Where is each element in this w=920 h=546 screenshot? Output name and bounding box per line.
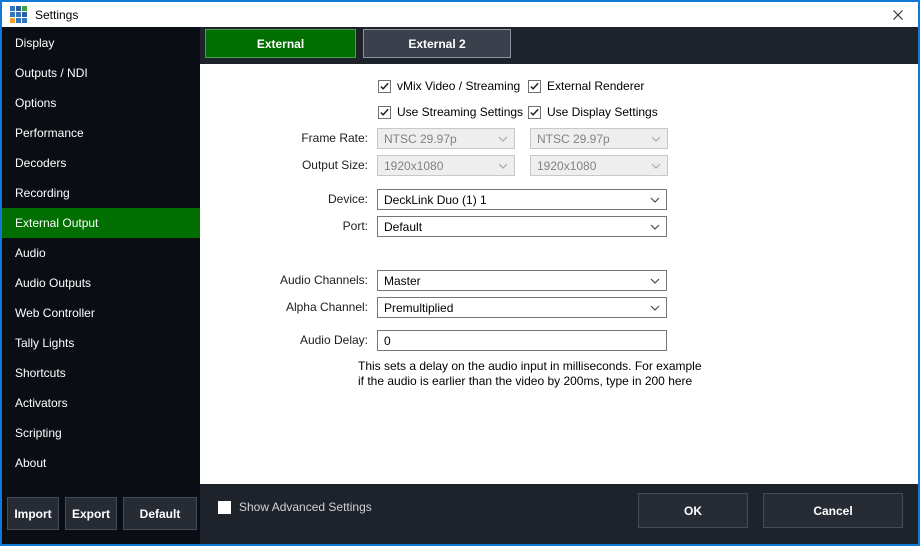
sidebar-item-scripting[interactable]: Scripting — [2, 418, 200, 448]
sidebar-item-audio-outputs[interactable]: Audio Outputs — [2, 268, 200, 298]
select-value: Premultiplied — [384, 301, 453, 315]
checkbox-box — [528, 80, 541, 93]
sidebar-item-web-controller[interactable]: Web Controller — [2, 298, 200, 328]
frame-rate-label: Frame Rate: — [200, 128, 368, 149]
frame-rate-select-1[interactable]: NTSC 29.97p — [377, 128, 515, 149]
device-label: Device: — [200, 189, 368, 210]
output-size-label: Output Size: — [200, 155, 368, 176]
select-value: 1920x1080 — [537, 159, 596, 173]
audio-channels-select[interactable]: Master — [377, 270, 667, 291]
checkbox-use-display-settings[interactable]: Use Display Settings — [528, 105, 658, 119]
sidebar-item-about[interactable]: About — [2, 448, 200, 478]
checkbox-vmix-video-streaming[interactable]: vMix Video / Streaming — [378, 79, 520, 93]
port-label: Port: — [200, 216, 368, 237]
sidebar-item-external-output[interactable]: External Output — [2, 208, 200, 238]
sidebar-item-performance[interactable]: Performance — [2, 118, 200, 148]
checkmark-icon — [379, 81, 390, 92]
external-output-form: vMix Video / Streaming External Renderer… — [200, 64, 918, 484]
checkbox-box — [218, 501, 231, 514]
checkmark-icon — [529, 81, 540, 92]
output-size-select-1[interactable]: 1920x1080 — [377, 155, 515, 176]
close-icon — [892, 9, 904, 21]
alpha-channel-label: Alpha Channel: — [200, 297, 368, 318]
sidebar-item-recording[interactable]: Recording — [2, 178, 200, 208]
sidebar-item-audio[interactable]: Audio — [2, 238, 200, 268]
checkmark-icon — [529, 107, 540, 118]
checkbox-label: vMix Video / Streaming — [397, 79, 520, 93]
default-button[interactable]: Default — [123, 497, 197, 530]
chevron-down-icon — [650, 197, 660, 203]
titlebar: Settings — [2, 2, 918, 27]
checkbox-box — [378, 106, 391, 119]
window-title: Settings — [35, 8, 78, 22]
checkmark-icon — [379, 107, 390, 118]
tabstrip: External External 2 — [200, 27, 918, 64]
ok-button[interactable]: OK — [638, 493, 748, 528]
checkbox-label: Show Advanced Settings — [239, 500, 372, 514]
chevron-down-icon — [651, 136, 661, 142]
output-size-select-2[interactable]: 1920x1080 — [530, 155, 668, 176]
checkbox-label: External Renderer — [547, 79, 644, 93]
import-button[interactable]: Import — [7, 497, 59, 530]
checkbox-use-streaming-settings[interactable]: Use Streaming Settings — [378, 105, 523, 119]
select-value: DeckLink Duo (1) 1 — [384, 193, 487, 207]
chevron-down-icon — [651, 163, 661, 169]
frame-rate-select-2[interactable]: NTSC 29.97p — [530, 128, 668, 149]
checkbox-box — [528, 106, 541, 119]
sidebar-item-outputs-ndi[interactable]: Outputs / NDI — [2, 58, 200, 88]
sidebar: Display Outputs / NDI Options Performanc… — [2, 27, 200, 544]
sidebar-item-tally-lights[interactable]: Tally Lights — [2, 328, 200, 358]
sidebar-item-options[interactable]: Options — [2, 88, 200, 118]
sidebar-item-shortcuts[interactable]: Shortcuts — [2, 358, 200, 388]
select-value: Master — [384, 274, 421, 288]
settings-window: Settings Display Outputs / NDI Options P… — [0, 0, 920, 546]
footer-bar: Show Advanced Settings OK Cancel — [200, 484, 918, 544]
sidebar-item-display[interactable]: Display — [2, 28, 200, 58]
chevron-down-icon — [498, 136, 508, 142]
main-panel: External External 2 vMix Video / Streami… — [200, 27, 918, 544]
select-value: Default — [384, 220, 422, 234]
tab-external-2[interactable]: External 2 — [363, 29, 511, 58]
checkbox-external-renderer[interactable]: External Renderer — [528, 79, 644, 93]
audio-delay-input[interactable] — [377, 330, 667, 351]
export-button[interactable]: Export — [65, 497, 117, 530]
sidebar-item-activators[interactable]: Activators — [2, 388, 200, 418]
checkbox-label: Use Display Settings — [547, 105, 658, 119]
audio-channels-label: Audio Channels: — [200, 270, 368, 291]
chevron-down-icon — [650, 278, 660, 284]
alpha-channel-select[interactable]: Premultiplied — [377, 297, 667, 318]
close-button[interactable] — [884, 4, 912, 26]
cancel-button[interactable]: Cancel — [763, 493, 903, 528]
select-value: 1920x1080 — [384, 159, 443, 173]
vmix-logo-icon — [10, 6, 27, 23]
device-select[interactable]: DeckLink Duo (1) 1 — [377, 189, 667, 210]
tab-external[interactable]: External — [205, 29, 356, 58]
checkbox-label: Use Streaming Settings — [397, 105, 523, 119]
show-advanced-settings-checkbox[interactable]: Show Advanced Settings — [218, 500, 372, 514]
select-value: NTSC 29.97p — [537, 132, 610, 146]
select-value: NTSC 29.97p — [384, 132, 457, 146]
audio-delay-help-text: This sets a delay on the audio input in … — [358, 359, 706, 389]
checkbox-box — [378, 80, 391, 93]
port-select[interactable]: Default — [377, 216, 667, 237]
chevron-down-icon — [498, 163, 508, 169]
audio-delay-label: Audio Delay: — [200, 330, 368, 351]
sidebar-item-decoders[interactable]: Decoders — [2, 148, 200, 178]
chevron-down-icon — [650, 224, 660, 230]
chevron-down-icon — [650, 305, 660, 311]
